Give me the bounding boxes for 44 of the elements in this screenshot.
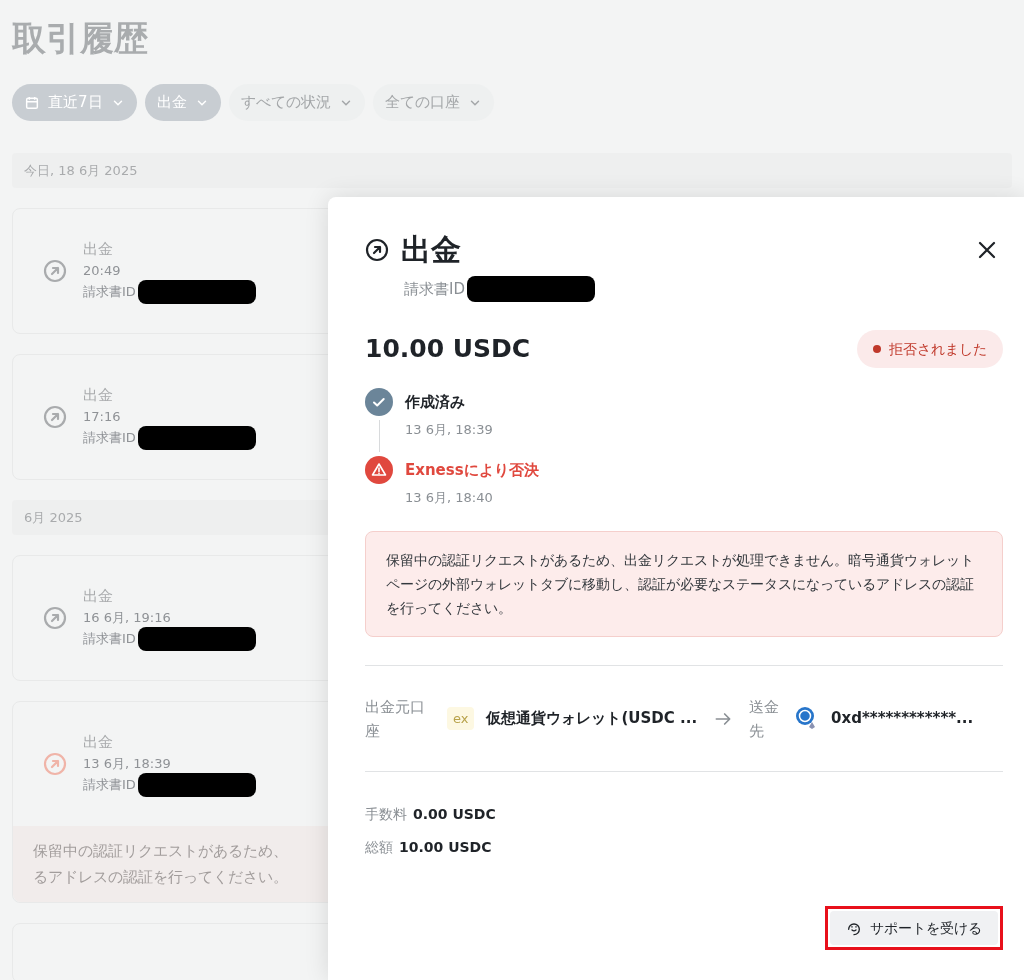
fee-value: 0.00 USDC [413, 805, 496, 824]
fee-label: 総額 [365, 838, 393, 857]
transaction-title: 出金 [83, 385, 114, 406]
transaction-title: 出金 [83, 239, 114, 260]
timeline-title: Exnessにより否決 [405, 459, 539, 481]
exness-logo: ex [447, 706, 475, 731]
destination-label: 送金先 [749, 696, 781, 742]
destination-address: 0xd************... [831, 708, 974, 730]
arrow-up-right-icon [365, 237, 389, 262]
amount: 10.00 USDC [365, 333, 531, 366]
fee-label: 手数料 [365, 805, 407, 824]
warning-circle-icon [365, 455, 393, 484]
timeline-title: 作成済み [405, 392, 466, 413]
check-circle-icon [365, 388, 393, 416]
arrow-up-right-icon [43, 752, 67, 776]
filter-dropdown[interactable]: 全ての口座 [372, 84, 494, 121]
transaction-time: 13 6月, 18:39 [83, 754, 172, 773]
invoice-id-label: 請求書ID [83, 283, 136, 302]
transaction-time: 17:16 [83, 407, 122, 426]
transaction-title: 出金 [83, 586, 114, 607]
arrow-up-right-icon [43, 259, 67, 283]
invoice-id-label: 請求書ID [83, 630, 136, 649]
invoice-id-label: 請求書ID [83, 776, 136, 795]
filter-dropdown[interactable]: すべての状況 [228, 84, 365, 121]
error-message: 保留中の認証リクエストがあるため、 るアドレスの認証を行ってください。 [33, 841, 288, 888]
transaction-time: 20:49 [83, 261, 122, 280]
alert-message: 保留中の認証リクエストがあるため、出金リクエストが処理できません。暗号通貨ウォレットページの外部ウォレットタブに移動し、認証が必要なステータスになっているアドレスの認証を行ってください。 [386, 551, 975, 618]
from-account-label: 出金元口座 [365, 696, 426, 742]
fee-value: 10.00 USDC [399, 838, 492, 857]
calendar-icon [24, 94, 40, 111]
support-button[interactable]: サポートを受ける [830, 911, 998, 945]
from-account: 仮想通貨ウォレット(USDC ... [486, 708, 698, 730]
invoice-id-label: 請求書ID [83, 429, 136, 448]
status-label: 拒否されました [889, 339, 987, 359]
page-title: 取引履歴 [12, 17, 149, 60]
arrow-up-right-icon [43, 606, 67, 630]
support-icon [846, 920, 862, 936]
detail-title: 出金 [401, 231, 461, 269]
transaction-time: 16 6月, 19:16 [83, 608, 172, 627]
invoice-id-label: 請求書ID [404, 278, 465, 300]
arrow-up-right-icon [43, 405, 67, 429]
transaction-title: 出金 [83, 732, 114, 753]
date-section-header: 今日, 18 6月 2025 [12, 153, 1012, 188]
timeline-time: 13 6月, 18:39 [405, 421, 493, 439]
